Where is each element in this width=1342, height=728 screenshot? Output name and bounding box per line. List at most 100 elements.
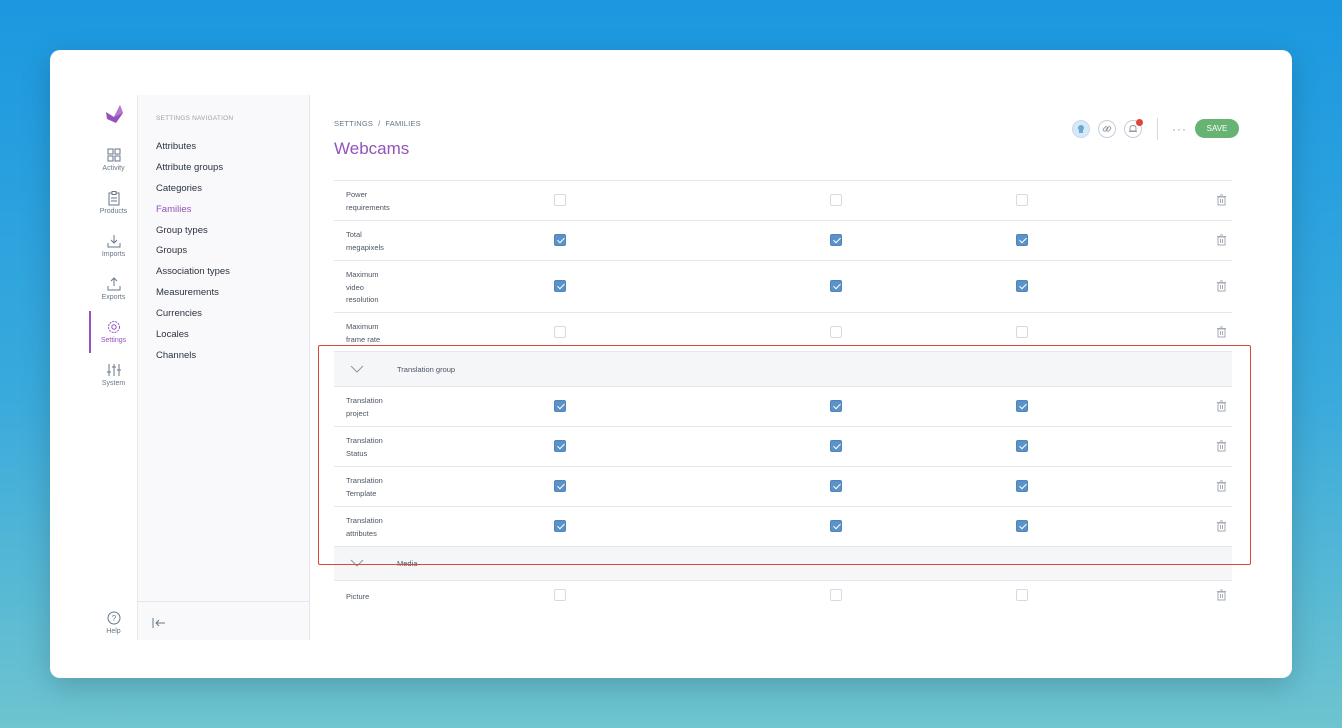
label-line: Picture	[346, 592, 370, 601]
subnav-item-currencies[interactable]: Currencies	[156, 308, 230, 329]
breadcrumb-separator: /	[378, 119, 381, 128]
chevron-down-icon[interactable]	[350, 559, 364, 567]
notifications-button[interactable]	[1124, 119, 1143, 138]
trash-icon[interactable]	[1216, 589, 1227, 601]
requirement-checkbox[interactable]	[554, 480, 566, 492]
subnav-item-association-types[interactable]: Association types	[156, 266, 230, 287]
requirement-checkbox[interactable]	[830, 326, 842, 338]
settings-navigation-list: Attributes Attribute groups Categories F…	[156, 141, 230, 371]
breadcrumb-settings[interactable]: SETTINGS	[334, 119, 373, 128]
requirement-checkbox[interactable]	[830, 194, 842, 206]
trash-icon[interactable]	[1216, 194, 1227, 206]
trash-icon[interactable]	[1216, 440, 1227, 452]
rail-item-system[interactable]: System	[90, 362, 137, 387]
subnav-item-attribute-groups[interactable]: Attribute groups	[156, 162, 230, 183]
label-line: Power	[346, 190, 368, 199]
trash-icon[interactable]	[1216, 280, 1227, 292]
label-line: requirements	[346, 202, 390, 212]
link-button[interactable]	[1098, 120, 1116, 138]
subnav-item-channels[interactable]: Channels	[156, 350, 230, 371]
subnav-item-families[interactable]: Families	[156, 204, 230, 225]
attribute-group-row[interactable]: Translation group	[334, 351, 1232, 386]
requirement-checkbox[interactable]	[554, 520, 566, 532]
subnav-footer	[138, 601, 309, 640]
requirement-checkbox[interactable]	[554, 280, 566, 292]
attribute-group-row[interactable]: Media	[334, 546, 1232, 580]
requirement-checkbox[interactable]	[1016, 234, 1028, 246]
attribute-label: Power requirements	[346, 189, 406, 214]
akeneo-logo[interactable]	[103, 103, 125, 125]
requirement-checkbox[interactable]	[1016, 480, 1028, 492]
requirement-checkbox[interactable]	[1016, 589, 1028, 601]
group-label: Translation group	[397, 365, 456, 374]
label-line: Status	[346, 448, 368, 458]
grid-icon	[107, 148, 120, 162]
requirement-checkbox[interactable]	[1016, 440, 1028, 452]
subnav-item-categories[interactable]: Categories	[156, 183, 230, 204]
attribute-label: Total megapixels	[346, 229, 406, 254]
requirement-checkbox[interactable]	[1016, 194, 1028, 206]
trash-icon[interactable]	[1216, 520, 1227, 532]
toolbar-divider	[1157, 118, 1158, 140]
breadcrumb-families[interactable]: FAMILIES	[385, 119, 420, 128]
table-row: Total megapixels	[334, 220, 1232, 260]
rail-item-exports[interactable]: Exports	[90, 276, 137, 301]
requirement-checkbox[interactable]	[1016, 280, 1028, 292]
requirement-checkbox[interactable]	[830, 589, 842, 601]
trash-icon[interactable]	[1216, 326, 1227, 338]
requirement-checkbox[interactable]	[830, 280, 842, 292]
subnav-item-groups[interactable]: Groups	[156, 245, 230, 266]
subnav-item-measurements[interactable]: Measurements	[156, 287, 230, 308]
requirement-checkbox[interactable]	[830, 480, 842, 492]
requirement-checkbox[interactable]	[830, 400, 842, 412]
page-title: Webcams	[334, 139, 410, 158]
requirement-checkbox[interactable]	[554, 234, 566, 246]
requirement-checkbox[interactable]	[554, 326, 566, 338]
collapse-sidebar-icon[interactable]	[152, 617, 166, 629]
table-row: Translation project	[334, 386, 1232, 426]
notification-dot	[1136, 119, 1143, 126]
table-row: Translation Template	[334, 466, 1232, 506]
label-line: resolution	[346, 295, 379, 304]
table-row: Maximum frame rate	[334, 312, 1232, 351]
label-line: Translation	[346, 516, 383, 525]
requirement-checkbox[interactable]	[830, 520, 842, 532]
trash-icon[interactable]	[1216, 234, 1227, 246]
rail-item-activity[interactable]: Activity	[90, 147, 137, 172]
requirement-checkbox[interactable]	[554, 440, 566, 452]
requirement-checkbox[interactable]	[1016, 400, 1028, 412]
label-line: project	[346, 408, 369, 418]
header-toolbar: ··· SAVE	[1072, 118, 1240, 140]
subnav-item-attributes[interactable]: Attributes	[156, 141, 230, 162]
requirement-checkbox[interactable]	[554, 400, 566, 412]
rail-label: Imports	[101, 251, 126, 258]
label-line: Translation	[346, 396, 383, 405]
chevron-down-icon[interactable]	[350, 365, 364, 373]
bell-icon	[1129, 125, 1137, 132]
trash-icon[interactable]	[1216, 480, 1227, 492]
more-options-icon[interactable]: ···	[1172, 122, 1187, 136]
requirement-checkbox[interactable]	[1016, 326, 1028, 338]
requirement-checkbox[interactable]	[1016, 520, 1028, 532]
attribute-label: Translation Status	[346, 435, 406, 460]
requirement-checkbox[interactable]	[554, 194, 566, 206]
trash-icon[interactable]	[1216, 400, 1227, 412]
settings-navigation: SETTINGS NAVIGATION Attributes Attribute…	[138, 95, 310, 640]
label-line: video	[346, 282, 364, 292]
rail-label: Activity	[102, 165, 125, 172]
rail-item-settings[interactable]: Settings	[89, 311, 137, 353]
table-row: Power requirements	[334, 180, 1232, 220]
requirement-checkbox[interactable]	[554, 589, 566, 601]
user-avatar[interactable]	[1072, 120, 1090, 138]
label-line: Template	[346, 488, 377, 498]
link-icon	[1102, 126, 1112, 132]
subnav-item-group-types[interactable]: Group types	[156, 225, 230, 246]
rail-item-imports[interactable]: Imports	[90, 233, 137, 258]
help-icon: ?	[107, 611, 120, 625]
save-button[interactable]: SAVE	[1195, 119, 1239, 138]
rail-item-products[interactable]: Products	[90, 190, 137, 215]
requirement-checkbox[interactable]	[830, 440, 842, 452]
subnav-item-locales[interactable]: Locales	[156, 329, 230, 350]
requirement-checkbox[interactable]	[830, 234, 842, 246]
rail-item-help[interactable]: ? Help	[90, 610, 137, 635]
